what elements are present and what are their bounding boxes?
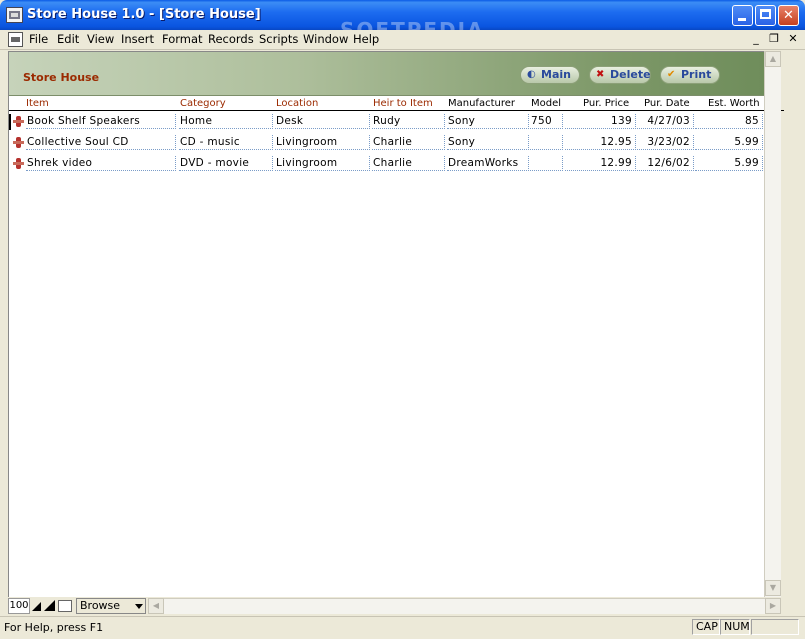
col-date: Pur. Date [644, 98, 690, 109]
cell-category[interactable]: DVD - movie [179, 156, 273, 171]
col-item: Item [26, 98, 49, 109]
cell-price[interactable]: 12.95 [565, 135, 636, 150]
num-lock-indicator: NUM [720, 619, 750, 635]
cell-worth[interactable]: 85 [695, 114, 763, 129]
cell-date[interactable]: 12/6/02 [637, 156, 694, 171]
col-model: Model [531, 98, 562, 109]
scroll-corner [781, 598, 805, 614]
table-row[interactable]: Shrek video DVD - movie Livingroom Charl… [9, 154, 764, 174]
cell-date[interactable]: 4/27/03 [637, 114, 694, 129]
zoom-out-icon[interactable] [32, 601, 42, 611]
scroll-right-icon[interactable]: ▶ [765, 598, 781, 614]
cell-price[interactable]: 139 [565, 114, 636, 129]
status-help-text: For Help, press F1 [4, 621, 104, 634]
print-button-label: Print [681, 68, 712, 81]
menu-window[interactable]: Window [303, 32, 348, 46]
mode-select[interactable]: Browse [76, 598, 146, 614]
col-worth: Est. Worth [708, 98, 760, 109]
menu-format[interactable]: Format [162, 32, 203, 46]
current-record-marker [9, 114, 11, 130]
print-button[interactable]: ✔ Print [660, 66, 720, 84]
minimize-icon [738, 18, 746, 21]
cell-price[interactable]: 12.99 [565, 156, 636, 171]
status-area-icon[interactable] [58, 600, 72, 612]
cell-worth[interactable]: 5.99 [695, 135, 763, 150]
mdi-minimize-icon[interactable]: _ [748, 32, 764, 46]
delete-button[interactable]: ✖ Delete [589, 66, 651, 84]
close-icon: ✕ [783, 8, 794, 23]
menu-view[interactable]: View [87, 32, 114, 46]
record-icon [13, 116, 24, 127]
menu-edit[interactable]: Edit [57, 32, 79, 46]
scroll-up-icon[interactable]: ▲ [765, 51, 781, 67]
cell-date[interactable]: 3/23/02 [637, 135, 694, 150]
check-icon: ✔ [667, 69, 676, 80]
layout-area: Store House ◐ Main ✖ Delete ✔ Print Item… [8, 51, 784, 597]
col-heir: Heir to Item [373, 98, 433, 109]
cell-location[interactable]: Livingroom [275, 156, 370, 171]
menu-records[interactable]: Records [208, 32, 254, 46]
cell-location[interactable]: Livingroom [275, 135, 370, 150]
caps-lock-indicator: CAP [692, 619, 720, 635]
cell-manufacturer[interactable]: Sony [447, 135, 529, 150]
delete-button-label: Delete [610, 68, 651, 81]
menu-insert[interactable]: Insert [121, 32, 154, 46]
cell-model[interactable]: 750 [530, 114, 563, 129]
cell-location[interactable]: Desk [275, 114, 370, 129]
cell-model[interactable] [530, 135, 563, 150]
table-row[interactable]: Book Shelf Speakers Home Desk Rudy Sony … [9, 112, 764, 132]
app-icon[interactable] [6, 7, 23, 23]
menu-bar: File Edit View Insert Format Records Scr… [0, 30, 805, 50]
col-price: Pur. Price [583, 98, 630, 109]
cell-category[interactable]: CD - music [179, 135, 273, 150]
menu-file[interactable]: File [29, 32, 48, 46]
cell-manufacturer[interactable]: DreamWorks [447, 156, 529, 171]
record-icon [13, 158, 24, 169]
cell-item[interactable]: Collective Soul CD [26, 135, 176, 150]
record-icon [13, 137, 24, 148]
cell-manufacturer[interactable]: Sony [447, 114, 529, 129]
zoom-in-icon[interactable] [44, 600, 55, 611]
zoom-level[interactable]: 100 [8, 598, 30, 614]
status-bar: For Help, press F1 CAP NUM [0, 616, 805, 639]
moon-icon: ◐ [527, 69, 536, 80]
col-location: Location [276, 98, 319, 109]
header-rule [9, 110, 784, 111]
cell-model[interactable] [530, 156, 563, 171]
document-icon[interactable] [8, 32, 23, 47]
cell-item[interactable]: Book Shelf Speakers [26, 114, 176, 129]
maximize-icon [760, 9, 771, 19]
horizontal-scrollbar[interactable]: ◀ ▶ [148, 598, 781, 614]
chevron-down-icon [135, 604, 143, 609]
menu-scripts[interactable]: Scripts [259, 32, 298, 46]
col-category: Category [180, 98, 226, 109]
vertical-scrollbar[interactable]: ▲ ▼ [764, 51, 781, 597]
cell-item[interactable]: Shrek video [26, 156, 176, 171]
mode-label: Browse [80, 599, 121, 612]
layout-title: Store House [23, 71, 100, 84]
cell-heir[interactable]: Charlie [372, 156, 445, 171]
mdi-restore-icon[interactable]: ❐ [766, 32, 782, 46]
cell-heir[interactable]: Charlie [372, 135, 445, 150]
table-row[interactable]: Collective Soul CD CD - music Livingroom… [9, 133, 764, 153]
main-button[interactable]: ◐ Main [520, 66, 580, 84]
menu-help[interactable]: Help [353, 32, 379, 46]
main-button-label: Main [541, 68, 571, 81]
cell-category[interactable]: Home [179, 114, 273, 129]
title-bar[interactable]: Store House 1.0 - [Store House] SOFTPEDI… [0, 0, 805, 42]
cell-heir[interactable]: Rudy [372, 114, 445, 129]
col-manufacturer: Manufacturer [448, 98, 515, 109]
close-button[interactable]: ✕ [778, 5, 799, 26]
minimize-button[interactable] [732, 5, 753, 26]
x-icon: ✖ [596, 69, 605, 80]
cell-worth[interactable]: 5.99 [695, 156, 763, 171]
status-blank-panel [751, 619, 799, 635]
mdi-close-icon[interactable]: ✕ [785, 32, 801, 46]
bottom-toolbar: 100 Browse ◀ ▶ [8, 598, 781, 614]
maximize-button[interactable] [755, 5, 776, 26]
header-band: Store House ◐ Main ✖ Delete ✔ Print [9, 52, 764, 96]
scroll-down-icon[interactable]: ▼ [765, 580, 781, 596]
scroll-left-icon[interactable]: ◀ [148, 598, 164, 614]
window-title: Store House 1.0 - [Store House] [27, 7, 261, 22]
